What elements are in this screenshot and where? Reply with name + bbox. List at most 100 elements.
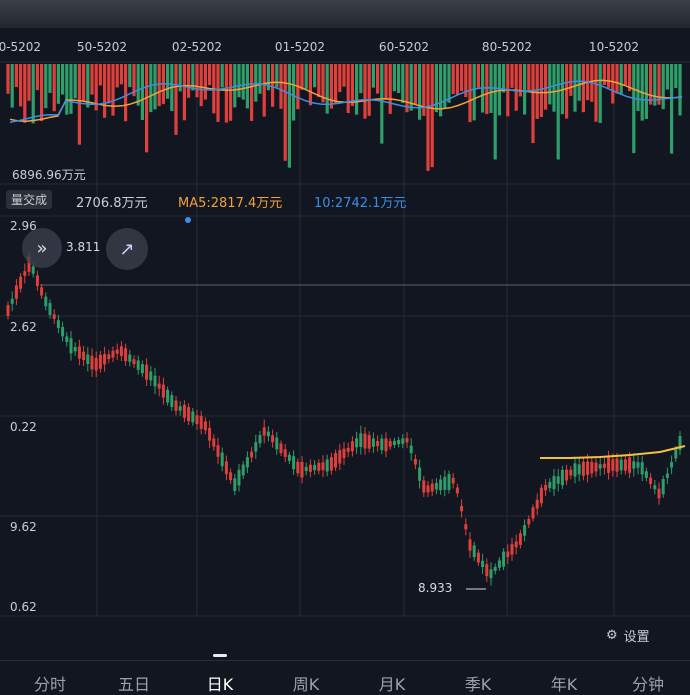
candle-body: [178, 406, 182, 411]
candle-body: [363, 433, 367, 449]
candle-body: [254, 442, 258, 452]
tab-intraday[interactable]: 分时: [34, 671, 66, 695]
volume-bar: [40, 64, 44, 122]
volume-bar: [413, 64, 417, 105]
candle-body: [174, 400, 178, 411]
candle-body: [329, 457, 333, 471]
volume-bar: [611, 64, 615, 104]
candle-body: [577, 464, 581, 475]
tab-five-day[interactable]: 五日: [118, 671, 150, 695]
volume-bar: [90, 64, 94, 95]
candle-body: [212, 438, 216, 447]
candle-body: [535, 499, 539, 509]
candle-body: [334, 453, 338, 468]
candle-body: [325, 459, 329, 472]
candle-body: [439, 479, 443, 491]
candle-body: [157, 383, 161, 389]
candle-body: [502, 551, 506, 567]
y-axis-label: 0.62: [10, 600, 37, 614]
y-axis-label: 2.62: [10, 320, 37, 334]
candle-body: [644, 471, 648, 478]
y-axis-label: 0.22: [10, 420, 37, 434]
candle-body: [468, 539, 472, 551]
candle-body: [539, 487, 543, 504]
volume-bar: [552, 64, 556, 112]
volume-bar: [250, 64, 254, 121]
volume-bar: [636, 64, 640, 111]
volume-bar: [451, 64, 455, 95]
volume-bar: [510, 64, 514, 88]
candle-body: [552, 476, 556, 490]
tab-minute[interactable]: 分钟: [632, 671, 664, 695]
volume-bar: [325, 64, 329, 114]
candle-body: [229, 472, 233, 481]
volume-ma5: MA5:2817.4万元: [178, 196, 283, 211]
tab-yearly[interactable]: 年K: [551, 671, 578, 695]
candle-body: [203, 421, 207, 431]
volume-bar: [136, 64, 140, 106]
candle-body: [56, 320, 60, 329]
candle-body: [489, 569, 493, 579]
volume-bar: [157, 64, 161, 107]
candle-body: [61, 326, 65, 337]
stock-chart[interactable]: [0, 0, 690, 689]
forward-button[interactable]: »: [22, 228, 62, 268]
candle-body: [506, 551, 510, 557]
candle-body: [136, 360, 140, 370]
candle-body: [674, 449, 678, 459]
candlesticks: [6, 252, 682, 586]
candle-body: [266, 431, 270, 437]
candle-body: [464, 524, 468, 530]
volume-bar: [371, 64, 375, 88]
candle-body: [434, 482, 438, 490]
candle-body: [250, 451, 254, 458]
volume-bar: [275, 64, 279, 88]
tab-monthly[interactable]: 月K: [379, 671, 406, 695]
volume-bar: [258, 64, 262, 94]
volume-bar: [271, 64, 275, 107]
volume-bar: [241, 64, 245, 100]
tab-daily[interactable]: 日K: [207, 671, 234, 695]
candle-body: [523, 525, 527, 536]
candle-body: [304, 466, 308, 472]
volume-bar: [661, 64, 665, 110]
candle-body: [426, 485, 430, 493]
volume-bar: [35, 64, 39, 91]
candle-body: [485, 564, 489, 577]
tab-quarterly[interactable]: 季K: [465, 671, 492, 695]
volume-bar: [569, 64, 573, 96]
candle-body: [451, 477, 455, 484]
volume-bar: [279, 64, 283, 109]
settings-button[interactable]: ⚙ 设置: [606, 626, 650, 645]
volume-bar: [199, 64, 203, 107]
expand-button[interactable]: ↗: [106, 228, 148, 270]
candle-body: [86, 354, 90, 364]
candle-body: [107, 354, 111, 360]
volume-bar: [670, 64, 674, 154]
candle-body: [187, 407, 191, 422]
volume-bar: [535, 64, 539, 119]
volume-bar: [44, 64, 48, 109]
candle-body: [594, 462, 598, 472]
volume-bar: [107, 64, 111, 104]
candle-body: [241, 464, 245, 476]
volume-button[interactable]: 量交成: [6, 190, 53, 209]
forward-value: 3.811: [66, 240, 101, 254]
candle-body: [313, 465, 317, 471]
volume-bar: [678, 64, 682, 116]
volume-bar: [422, 64, 426, 116]
candle-body: [527, 518, 531, 525]
volume-bar: [98, 64, 102, 86]
period-tabs: 分时 五日 日K 周K 月K 季K 年K 分钟: [0, 660, 690, 694]
candle-body: [590, 461, 594, 474]
candle-body: [224, 461, 228, 475]
candle-body: [191, 411, 195, 423]
candle-body: [460, 505, 464, 512]
candle-body: [119, 346, 123, 357]
volume-bar: [14, 64, 18, 88]
volume-bar: [531, 64, 535, 144]
volume-bar: [31, 64, 35, 124]
tab-weekly[interactable]: 周K: [293, 671, 320, 695]
candle-body: [388, 441, 392, 447]
candle-body: [132, 359, 136, 365]
